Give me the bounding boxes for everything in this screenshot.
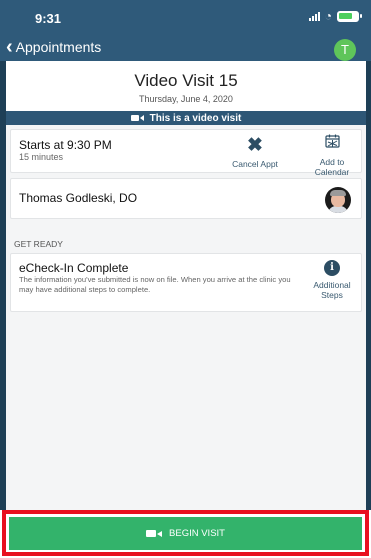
echeck-description: The information you've submitted is now … bbox=[19, 275, 291, 294]
user-avatar[interactable]: T bbox=[334, 39, 356, 61]
provider-photo bbox=[325, 187, 351, 213]
cancel-appt-button[interactable]: ✖ Cancel Appt bbox=[228, 136, 282, 169]
appointment-content: Video Visit 15 Thursday, June 4, 2020 Th… bbox=[6, 61, 366, 510]
info-icon: i bbox=[324, 260, 340, 276]
video-camera-icon bbox=[130, 115, 144, 121]
back-label: Appointments bbox=[15, 39, 102, 55]
nav-bar: ‹ Appointments T bbox=[0, 36, 371, 62]
get-ready-heading: GET READY bbox=[14, 239, 63, 249]
visit-title: Video Visit 15 bbox=[134, 71, 238, 90]
wifi-icon: ◔ bbox=[324, 9, 332, 23]
close-icon: ✖ bbox=[247, 135, 263, 156]
echeck-in-card: eCheck-In Complete The information you'v… bbox=[10, 253, 362, 312]
phone-screen: 9:31 ◔ ‹ Appointments T Video Visit 15 T… bbox=[0, 0, 371, 558]
back-button[interactable]: ‹ Appointments bbox=[6, 36, 102, 58]
add-to-calendar-label: Add to Calendar bbox=[307, 157, 357, 177]
appointment-time-card: Starts at 9:30 PM 15 minutes ✖ Cancel Ap… bbox=[10, 129, 362, 177]
chevron-left-icon: ‹ bbox=[6, 36, 13, 58]
calendar-icon bbox=[324, 134, 340, 148]
cancel-appt-label: Cancel Appt bbox=[232, 159, 278, 169]
start-time: Starts at 9:30 PM bbox=[19, 138, 112, 152]
echeck-title: eCheck-In Complete bbox=[19, 261, 129, 275]
video-visit-banner: This is a video visit bbox=[6, 111, 366, 125]
steps-label-line-1: Additional bbox=[313, 280, 351, 290]
visit-date: Thursday, June 4, 2020 bbox=[139, 94, 233, 104]
status-bar: 9:31 ◔ bbox=[0, 0, 371, 34]
calendar-label-line-2: Calendar bbox=[314, 167, 350, 177]
status-icons: ◔ bbox=[308, 9, 362, 23]
duration: 15 minutes bbox=[19, 152, 64, 162]
add-to-calendar-button[interactable]: Add to Calendar bbox=[307, 134, 357, 177]
video-banner-text: This is a video visit bbox=[149, 112, 242, 124]
app-header: 9:31 ◔ ‹ Appointments T bbox=[0, 0, 371, 61]
steps-label-line-2: Steps bbox=[321, 290, 343, 300]
visit-header: Video Visit 15 Thursday, June 4, 2020 bbox=[6, 61, 366, 111]
additional-steps-label: Additional Steps bbox=[307, 280, 357, 300]
additional-steps-button[interactable]: i Additional Steps bbox=[307, 260, 357, 300]
provider-card[interactable]: Thomas Godleski, DO bbox=[10, 178, 362, 219]
signal-icon bbox=[308, 11, 320, 21]
provider-name: Thomas Godleski, DO bbox=[19, 191, 138, 205]
status-time: 9:31 bbox=[35, 11, 62, 26]
battery-icon bbox=[337, 10, 362, 22]
begin-visit-button[interactable]: BEGIN VISIT bbox=[9, 517, 362, 550]
calendar-label-line-1: Add to bbox=[319, 157, 345, 167]
video-camera-icon bbox=[146, 530, 163, 537]
begin-visit-label: BEGIN VISIT bbox=[169, 528, 225, 539]
